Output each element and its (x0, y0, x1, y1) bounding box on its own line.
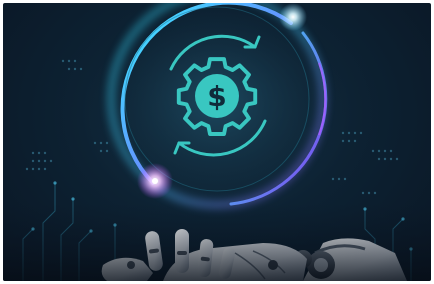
light-flare-core (152, 178, 158, 184)
illustration-svg: $ (3, 3, 431, 281)
dollar-sign-icon: $ (207, 80, 226, 113)
bottom-fade (3, 203, 431, 281)
image-frame: $ (0, 0, 434, 284)
circuit-dots-right (331, 131, 399, 195)
light-flare-top (279, 3, 307, 31)
hero-illustration: $ (3, 3, 431, 281)
